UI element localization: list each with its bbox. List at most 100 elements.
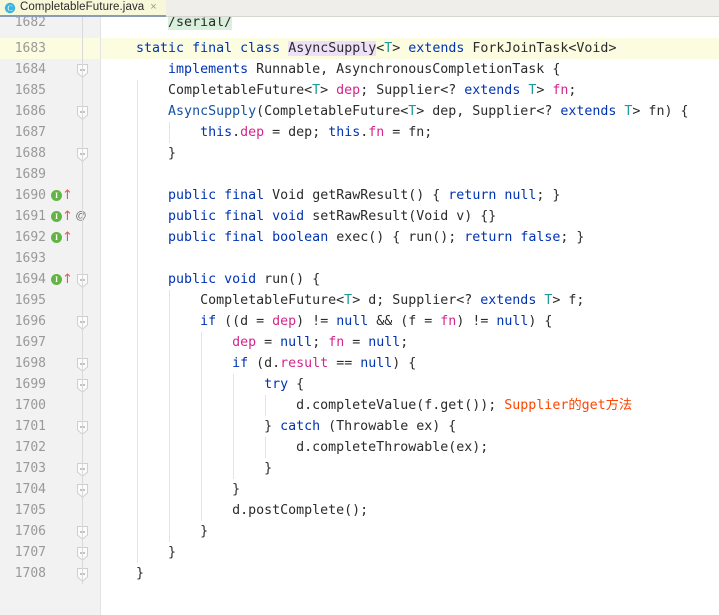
code-line[interactable]: 1704 } [0, 479, 719, 500]
code-token: return [464, 230, 513, 245]
code-text[interactable]: dep = null; fn = null; [104, 332, 408, 353]
code-token: run() { [256, 272, 321, 287]
overriding-method-arrow-icon[interactable]: ↑ [62, 273, 73, 286]
code-text[interactable]: implements Runnable, AsynchronousComplet… [104, 59, 560, 80]
editor-tab-completablefuture[interactable]: C CompletableFuture.java × [0, 0, 166, 17]
code-line[interactable]: 1696 if ((d = dep) != null && (f = fn) !… [0, 311, 719, 332]
code-line[interactable]: 1685 CompletableFuture<T> dep; Supplier<… [0, 80, 719, 101]
code-text[interactable]: if ((d = dep) != null && (f = fn) != nul… [104, 311, 552, 332]
code-token: public [168, 272, 217, 287]
implementing-method-icon[interactable]: I [51, 274, 62, 285]
indent-guide [136, 164, 138, 185]
line-number: 1686 [14, 104, 46, 119]
code-line[interactable]: 1702 d.completeThrowable(ex); [0, 437, 719, 458]
code-text[interactable]: CompletableFuture<T> d; Supplier<? exten… [104, 290, 584, 311]
code-token: result [280, 356, 329, 371]
code-token: final [192, 41, 233, 56]
code-text[interactable]: static final class AsyncSupply<T> extend… [104, 38, 616, 59]
code-text[interactable]: this.dep = dep; this.fn = fn; [104, 122, 432, 143]
line-number: 1687 [14, 125, 46, 140]
code-text[interactable]: } [104, 143, 176, 164]
code-token: ; } [560, 230, 585, 245]
fold-region-line [82, 59, 83, 80]
code-line[interactable]: 1691 I ↑ @ public final void setRawResult(V… [0, 206, 719, 227]
code-text[interactable]: public void run() { [104, 269, 320, 290]
code-line[interactable]: 1686 AsyncSupply(CompletableFuture<T> de… [0, 101, 719, 122]
code-line[interactable]: 1698 if (d.result == null) { [0, 353, 719, 374]
code-line[interactable]: 1705 d.postComplete(); [0, 500, 719, 521]
code-text[interactable]: AsyncSupply(CompletableFuture<T> dep, Su… [104, 101, 688, 122]
code-text[interactable]: public final Void getRawResult() { retur… [104, 185, 560, 206]
code-token: Runnable, AsynchronousCompletionTask { [248, 62, 561, 77]
code-line[interactable]: 1687 this.dep = dep; this.fn = fn; [0, 122, 719, 143]
code-line[interactable]: 1689 [0, 164, 719, 185]
code-text[interactable]: } [104, 542, 176, 563]
code-line[interactable]: 1688 } [0, 143, 719, 164]
code-text[interactable]: } catch (Throwable ex) { [104, 416, 456, 437]
overriding-method-arrow-icon[interactable]: ↑ [62, 210, 73, 223]
code-line[interactable]: 1697 dep = null; fn = null; [0, 332, 719, 353]
code-token: } [104, 146, 177, 161]
line-number: 1698 [14, 356, 46, 371]
annotation-at-icon[interactable]: @ [75, 210, 87, 223]
code-line[interactable]: 1706 } [0, 521, 719, 542]
code-line[interactable]: 1700 d.completeValue(f.get()); Supplier的… [0, 395, 719, 416]
code-token: d.completeValue(f.get()); [104, 398, 505, 413]
code-text[interactable]: } [104, 458, 272, 479]
code-text[interactable]: d.completeValue(f.get()); Supplier的get方法 [104, 395, 632, 416]
fold-region-line [82, 143, 83, 164]
code-line[interactable]: 1684 implements Runnable, AsynchronousCo… [0, 59, 719, 80]
code-line[interactable]: 1708 } [0, 563, 719, 584]
line-number: 1697 [14, 335, 46, 350]
code-line[interactable]: 1682 /serial/ [0, 17, 719, 38]
code-line[interactable]: 1695 CompletableFuture<T> d; Supplier<? … [0, 290, 719, 311]
overriding-method-arrow-icon[interactable]: ↑ [62, 189, 73, 202]
code-line[interactable]: 1692 I ↑ public final boolean exec() { run… [0, 227, 719, 248]
code-token: null [280, 335, 313, 350]
implementing-method-icon[interactable]: I [51, 190, 62, 201]
code-token: static [136, 41, 185, 56]
code-line[interactable]: 1694 I ↑ public void run() { [0, 269, 719, 290]
fold-region-line [82, 563, 83, 584]
code-token: ; } [536, 188, 561, 203]
code-line[interactable]: 1683 static final class AsyncSupply<T> e… [0, 38, 719, 59]
fold-region-line [82, 542, 83, 563]
code-text[interactable]: d.postComplete(); [104, 500, 368, 521]
code-line[interactable]: 1701 } catch (Throwable ex) { [0, 416, 719, 437]
code-text[interactable]: } [104, 479, 240, 500]
code-line[interactable]: 1693 [0, 248, 719, 269]
code-line[interactable]: 1699 try { [0, 374, 719, 395]
code-text[interactable]: d.completeThrowable(ex); [104, 437, 488, 458]
code-token: (d. [248, 356, 281, 371]
code-text[interactable]: public final boolean exec() { run(); ret… [104, 227, 584, 248]
close-icon[interactable]: × [150, 2, 156, 13]
code-text[interactable]: } [104, 563, 144, 584]
code-token: fn [328, 335, 345, 350]
implementing-method-icon[interactable]: I [51, 211, 62, 222]
line-number: 1700 [14, 398, 46, 413]
code-token: d.completeThrowable(ex); [104, 440, 489, 455]
code-text[interactable]: try { [104, 374, 304, 395]
implementing-method-icon[interactable]: I [51, 232, 62, 243]
code-token: T [312, 83, 321, 98]
code-token: public [168, 230, 217, 245]
code-text[interactable]: CompletableFuture<T> dep; Supplier<? ext… [104, 80, 576, 101]
code-editor[interactable]: 1682 /serial/1683 static final class Asy… [0, 17, 719, 615]
line-number: 1701 [14, 419, 46, 434]
code-text[interactable]: /serial/ [104, 17, 233, 33]
code-text[interactable]: } [104, 521, 208, 542]
code-text[interactable]: if (d.result == null) { [104, 353, 416, 374]
code-line[interactable]: 1703 } [0, 458, 719, 479]
line-number: 1704 [14, 482, 46, 497]
code-text[interactable]: public final void setRawResult(Void v) {… [104, 206, 496, 227]
indent-guide [136, 248, 138, 269]
code-line[interactable]: 1707 } [0, 542, 719, 563]
overriding-method-arrow-icon[interactable]: ↑ [62, 231, 73, 244]
fold-region-line [82, 122, 83, 143]
code-line[interactable]: 1690 I ↑ public final Void getRawResult() … [0, 185, 719, 206]
code-token: fn [552, 83, 569, 98]
